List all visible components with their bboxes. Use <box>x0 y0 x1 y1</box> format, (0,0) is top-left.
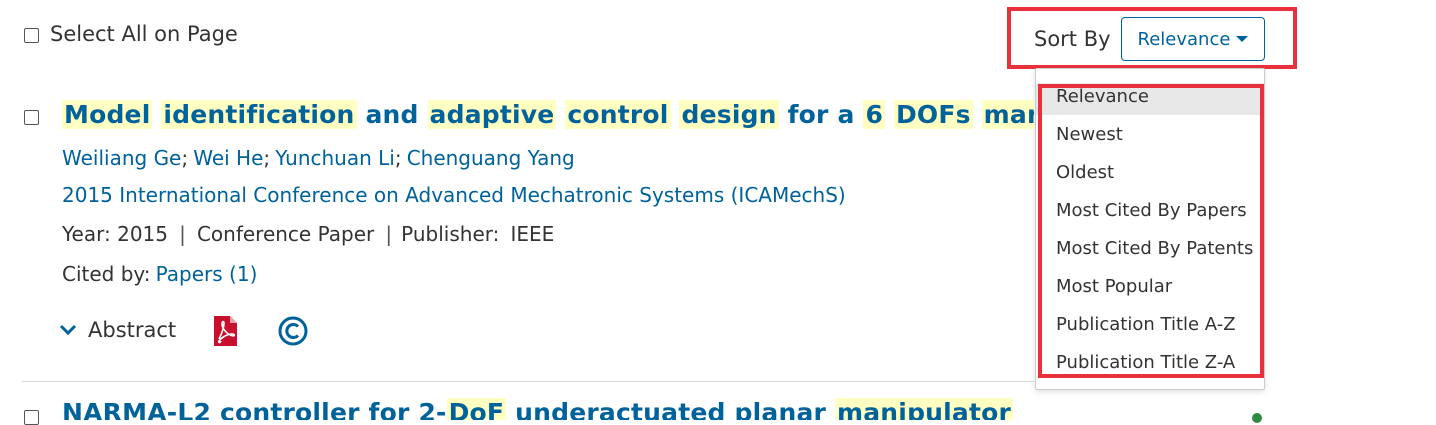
title-word: control <box>565 100 671 129</box>
meta-separator: | <box>385 222 393 246</box>
title-word: underactuated <box>515 398 726 420</box>
author-separator: ; <box>263 146 271 170</box>
cited-by-label: Cited by: <box>62 262 151 286</box>
result-title-clip: NARMA-L2 controller for 2-DoF underactua… <box>62 398 1034 420</box>
meta-separator: | <box>179 222 186 246</box>
title-word: manipulato <box>981 100 1034 129</box>
status-dot <box>1252 413 1262 423</box>
author-separator: ; <box>394 146 402 170</box>
title-word: for a <box>787 100 855 129</box>
title-word: controller <box>219 398 360 420</box>
sort-selected-value: Relevance <box>1137 28 1231 50</box>
copyright-icon[interactable] <box>277 315 309 351</box>
title-word: identification <box>161 100 357 129</box>
publisher-name: IEEE <box>510 222 555 246</box>
dropdown-annotation-box <box>1038 84 1264 378</box>
sort-by-label: Sort By <box>1034 27 1111 51</box>
title-word: adaptive <box>427 100 557 129</box>
result-title-clip: Model identification and adaptive contro… <box>62 100 1034 140</box>
title-word: design <box>679 100 779 129</box>
result-divider <box>22 381 1034 382</box>
author-link[interactable]: Wei He <box>193 146 263 170</box>
title-word: NARMA-L2 <box>62 398 212 420</box>
content-type: Conference Paper <box>196 222 375 246</box>
title-word: 2- <box>418 398 447 420</box>
abstract-toggle[interactable]: Abstract <box>58 318 176 342</box>
cited-by-row: Cited by: Papers (1) <box>62 262 257 286</box>
title-word: 6 <box>863 100 886 129</box>
pdf-icon[interactable] <box>212 315 238 351</box>
sort-dropdown-button[interactable]: Relevance <box>1121 17 1265 61</box>
select-all-checkbox[interactable] <box>24 28 39 43</box>
title-word: DOFs <box>893 100 973 129</box>
abstract-label: Abstract <box>88 318 177 342</box>
chevron-down-icon <box>59 324 77 336</box>
result-checkbox[interactable] <box>24 110 39 125</box>
title-word: and <box>365 100 419 129</box>
result-title[interactable]: Model identification and adaptive contro… <box>62 100 1034 129</box>
author-separator: ; <box>181 146 189 170</box>
title-word: for <box>368 398 410 420</box>
title-word: manipulator <box>834 398 1014 420</box>
result-title[interactable]: NARMA-L2 controller for 2-DoF underactua… <box>62 398 1034 420</box>
author-link[interactable]: Yunchuan Li <box>275 146 395 170</box>
select-all-label: Select All on Page <box>50 22 238 46</box>
caret-down-icon <box>1236 36 1249 42</box>
author-link[interactable]: Weiliang Ge <box>62 146 181 170</box>
result-checkbox[interactable] <box>24 410 39 425</box>
result-meta-row: Year: 2015 | Conference Paper | Publishe… <box>62 222 554 246</box>
title-word: planar <box>734 398 827 420</box>
title-word: DoF <box>446 398 507 420</box>
author-link[interactable]: Chenguang Yang <box>407 146 575 170</box>
cited-papers-link[interactable]: Papers (1) <box>156 262 258 286</box>
venue-link[interactable]: 2015 International Conference on Advance… <box>62 183 846 207</box>
title-word: Model <box>62 100 153 129</box>
publication-year: Year: 2015 <box>62 222 168 246</box>
publisher-label: Publisher: <box>401 222 500 246</box>
author-list: Weiliang Ge; Wei He; Yunchuan Li; Chengu… <box>62 146 575 170</box>
